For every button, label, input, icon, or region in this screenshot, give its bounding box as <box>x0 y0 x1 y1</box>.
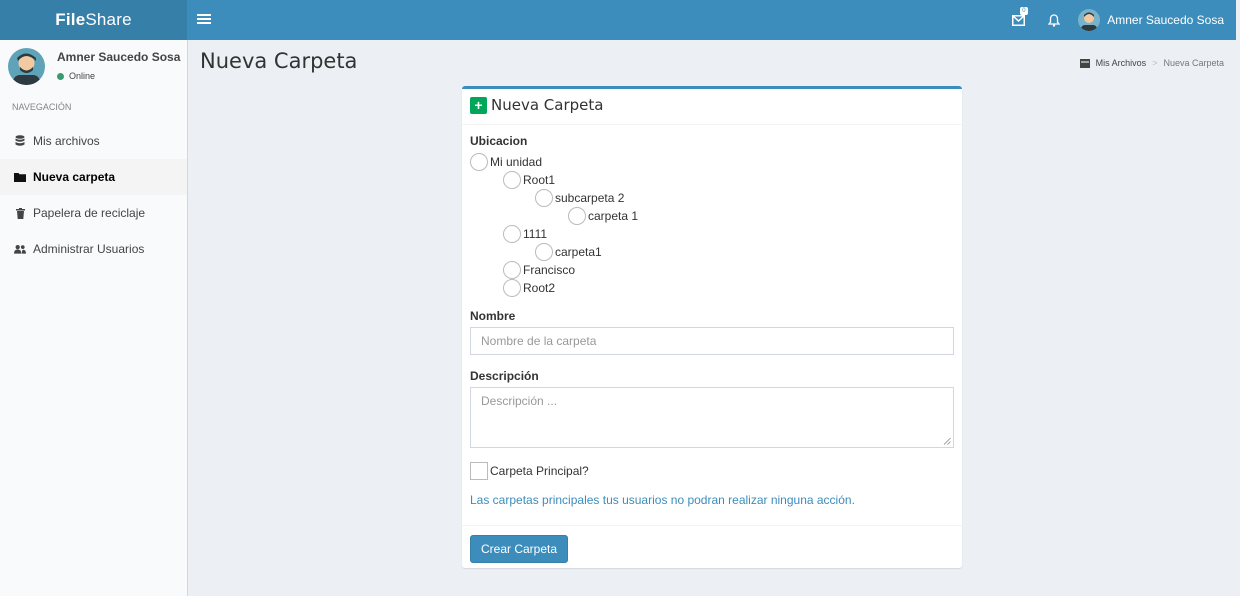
tree-item-label: carpeta 1 <box>588 209 639 223</box>
tree-item-root2[interactable]: Root2 <box>503 279 555 297</box>
user-menu[interactable]: Amner Saucedo Sosa <box>1078 9 1224 31</box>
radio-button[interactable] <box>470 153 488 171</box>
radio-button[interactable] <box>503 261 521 279</box>
box-footer: Crear Carpeta <box>462 525 962 571</box>
logo-rest-text: Share <box>85 10 132 29</box>
status-text: Online <box>69 71 96 81</box>
avatar <box>8 48 45 85</box>
new-folder-box: + Nueva Carpeta Ubicacion Mi unidad Root… <box>462 86 962 568</box>
breadcrumb-current: Nueva Carpeta <box>1163 58 1224 68</box>
tree-item-label: Root2 <box>523 281 556 295</box>
envelope-icon <box>1011 14 1025 26</box>
tree-item-label: Root1 <box>523 173 556 187</box>
main-folder-checkbox-row[interactable]: Carpeta Principal? <box>470 462 589 480</box>
sidebar-menu: Mis archivos Nueva carpeta Papelera de r… <box>0 123 187 267</box>
tree-item-subcarpeta-2[interactable]: subcarpeta 2 <box>535 189 624 207</box>
tree-item-label: Francisco <box>523 263 576 277</box>
location-label: Ubicacion <box>470 134 528 148</box>
tree-item-label: Mi unidad <box>490 155 543 169</box>
breadcrumb-home[interactable]: Mis Archivos <box>1096 58 1147 68</box>
help-text: Las carpetas principales tus usuarios no… <box>470 493 855 507</box>
plus-icon: + <box>470 97 487 114</box>
header-user-name: Amner Saucedo Sosa <box>1107 13 1224 27</box>
box-title: Nueva Carpeta <box>491 96 604 114</box>
user-status: Online <box>57 71 95 81</box>
messages-button[interactable]: 0 <box>1000 0 1036 40</box>
resize-handle-icon[interactable] <box>943 437 951 445</box>
box-header: + Nueva Carpeta <box>462 89 962 125</box>
sidebar-item-mis-archivos[interactable]: Mis archivos <box>0 123 187 159</box>
sidebar-item-nueva-carpeta[interactable]: Nueva carpeta <box>0 159 187 195</box>
sidebar: Amner Saucedo Sosa Online NAVEGACIÓN Mis… <box>0 40 188 596</box>
top-navbar: FileShare 0 Amner Saucedo Sosa <box>0 0 1236 40</box>
app-logo[interactable]: FileShare <box>0 0 187 40</box>
navbar-right: 0 Amner Saucedo Sosa <box>1000 0 1224 40</box>
trash-icon <box>14 207 26 219</box>
description-label: Descripción <box>470 369 539 383</box>
sidebar-item-label: Mis archivos <box>33 134 100 148</box>
page-title: Nueva Carpeta <box>200 49 358 73</box>
sidebar-item-label: Administrar Usuarios <box>33 242 145 256</box>
main-folder-checkbox[interactable] <box>470 462 488 480</box>
logo-bold-text: File <box>55 10 86 29</box>
messages-badge: 0 <box>1020 7 1028 15</box>
online-dot-icon <box>57 72 64 80</box>
tree-item-label: subcarpeta 2 <box>555 191 625 205</box>
folder-icon <box>14 171 26 183</box>
radio-button[interactable] <box>503 225 521 243</box>
notifications-button[interactable] <box>1036 0 1072 40</box>
radio-button[interactable] <box>503 171 521 189</box>
sidebar-item-label: Papelera de reciclaje <box>33 206 146 220</box>
tree-item-label: 1111 <box>523 227 548 241</box>
folder-name-input[interactable]: Nombre de la carpeta <box>470 327 954 355</box>
nav-header: NAVEGACIÓN <box>12 102 72 112</box>
tree-item-francisco[interactable]: Francisco <box>503 261 575 279</box>
description-textarea[interactable]: Descripción ... <box>470 387 954 448</box>
radio-button[interactable] <box>503 279 521 297</box>
radio-button[interactable] <box>535 243 553 261</box>
sidebar-item-administrar-usuarios[interactable]: Administrar Usuarios <box>0 231 187 267</box>
tree-item-mi-unidad[interactable]: Mi unidad <box>470 153 542 171</box>
radio-button[interactable] <box>568 207 586 225</box>
bell-icon <box>1048 13 1061 27</box>
tree-item-label: carpeta1 <box>555 245 602 259</box>
sidebar-user-name: Amner Saucedo Sosa <box>57 50 181 64</box>
description-placeholder: Descripción ... <box>481 394 558 408</box>
sidebar-item-label: Nueva carpeta <box>33 170 116 184</box>
breadcrumb-separator: > <box>1152 58 1158 68</box>
radio-button[interactable] <box>535 189 553 207</box>
avatar <box>1078 9 1101 31</box>
name-placeholder: Nombre de la carpeta <box>481 334 597 348</box>
breadcrumb: Mis Archivos > Nueva Carpeta <box>1079 58 1224 68</box>
tree-item-carpeta-1[interactable]: carpeta 1 <box>568 207 638 225</box>
sidebar-item-papelera[interactable]: Papelera de reciclaje <box>0 195 187 231</box>
database-icon <box>14 135 26 147</box>
tree-item-1111[interactable]: 1111 <box>503 225 547 243</box>
users-icon <box>14 243 26 255</box>
create-folder-button[interactable]: Crear Carpeta <box>470 535 569 563</box>
main-folder-label: Carpeta Principal? <box>490 464 589 478</box>
name-label: Nombre <box>470 309 516 323</box>
user-panel: Amner Saucedo Sosa Online <box>8 48 183 88</box>
tree-item-root1[interactable]: Root1 <box>503 171 555 189</box>
sidebar-toggle-icon[interactable] <box>197 12 211 26</box>
tree-item-carpeta1[interactable]: carpeta1 <box>535 243 602 261</box>
dashboard-icon <box>1079 58 1090 68</box>
